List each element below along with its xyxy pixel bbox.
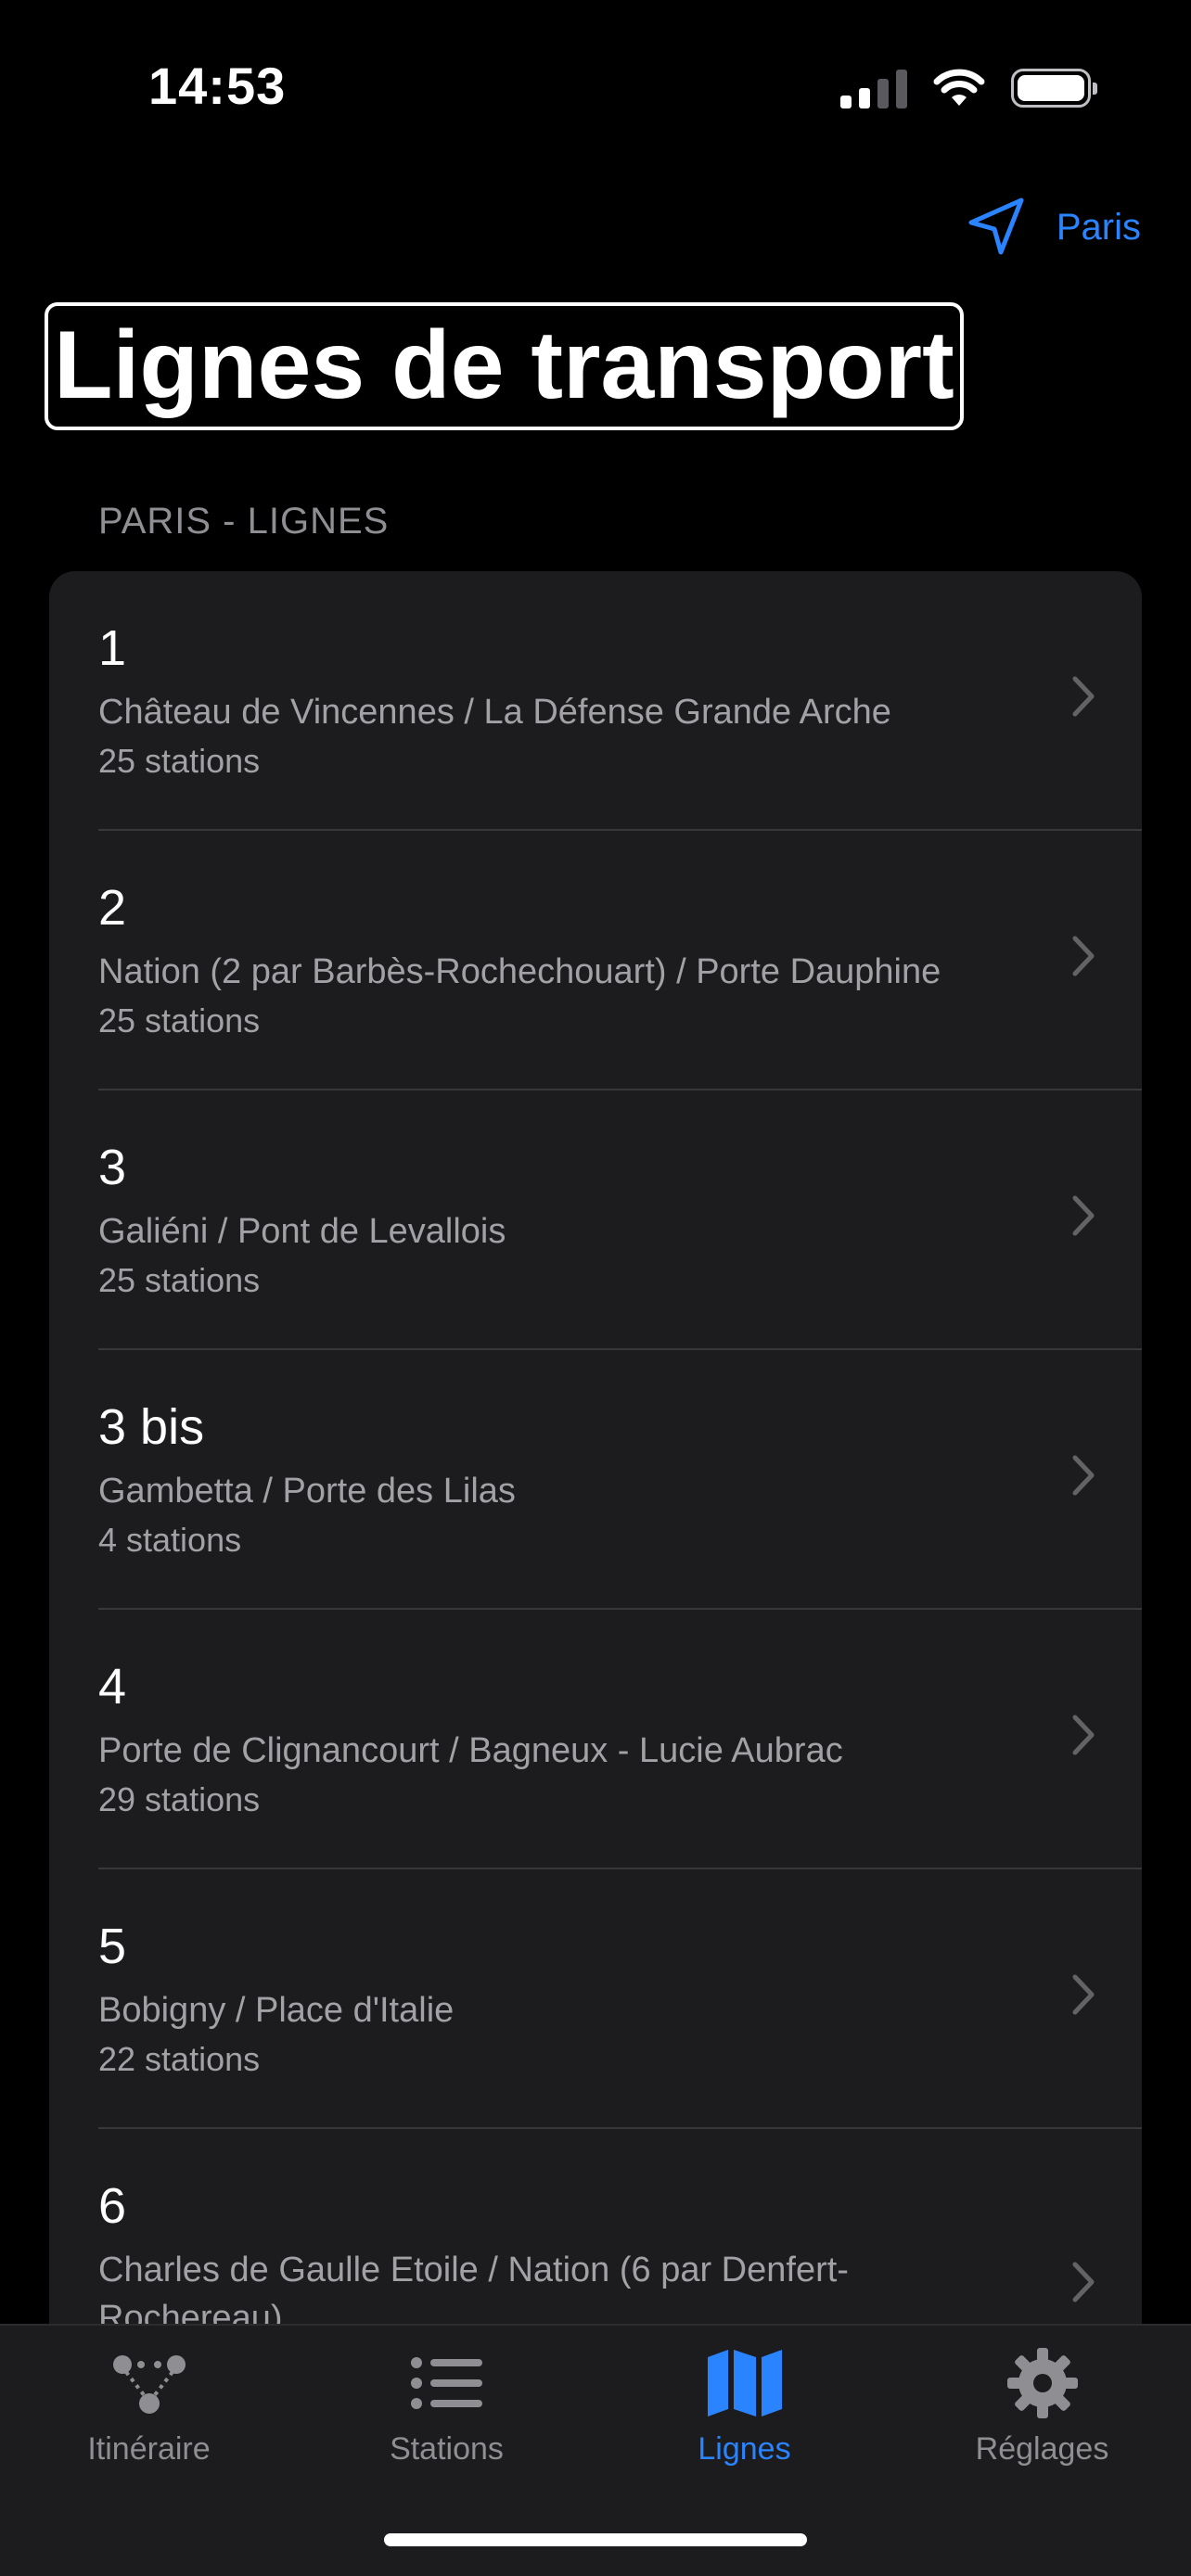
line-number: 5 (98, 1919, 127, 1974)
status-time: 14:53 (148, 57, 287, 115)
list-item[interactable]: 2 Nation (2 par Barbès-Rochechouart) / P… (49, 831, 1142, 1090)
wifi-icon (933, 69, 985, 106)
status-bar: 14:53 (0, 0, 1191, 176)
line-number: 2 (98, 880, 127, 936)
location-button[interactable]: Paris (964, 195, 1141, 260)
line-station-count: 25 stations (98, 742, 261, 780)
tab-label: Stations (390, 2431, 504, 2467)
list-item[interactable]: 4 Porte de Clignancourt / Bagneux - Luci… (49, 1610, 1142, 1869)
chevron-right-icon (1072, 1715, 1095, 1755)
line-station-count: 4 stations (98, 1521, 242, 1559)
cellular-signal-icon (840, 68, 907, 108)
line-route: Bobigny / Place d'Italie (98, 1991, 455, 2030)
line-number: 3 bis (98, 1399, 205, 1455)
line-route: Nation (2 par Barbès-Rochechouart) / Por… (98, 952, 941, 991)
tab-itineraire[interactable]: Itinéraire (0, 2346, 298, 2494)
section-header: PARIS - LIGNES (98, 501, 390, 542)
tab-reglages[interactable]: Réglages (893, 2346, 1191, 2494)
tab-label: Lignes (698, 2431, 791, 2467)
line-route: Galiéni / Pont de Levallois (98, 1212, 506, 1251)
list-icon (405, 2346, 489, 2420)
tab-label: Itinéraire (87, 2431, 211, 2467)
chevron-right-icon (1072, 1455, 1095, 1496)
list-item[interactable]: 5 Bobigny / Place d'Italie 22 stations (49, 1869, 1142, 2129)
tab-stations[interactable]: Stations (298, 2346, 596, 2494)
gear-icon (1001, 2346, 1084, 2420)
map-icon (703, 2346, 787, 2420)
chevron-right-icon (1072, 2262, 1095, 2302)
line-route: Charles de Gaulle Etoile / Nation (6 par… (98, 2251, 849, 2324)
chevron-right-icon (1072, 676, 1095, 717)
list-item[interactable]: 1 Château de Vincennes / La Défense Gran… (49, 571, 1142, 831)
location-label: Paris (1056, 206, 1141, 248)
home-indicator[interactable] (384, 2533, 807, 2546)
line-station-count: 29 stations (98, 1780, 261, 1818)
route-nodes-icon (108, 2346, 191, 2420)
line-number: 1 (98, 620, 127, 676)
line-station-count: 25 stations (98, 1001, 261, 1039)
location-arrow-icon (968, 198, 1024, 255)
line-route: Gambetta / Porte des Lilas (98, 1472, 516, 1511)
line-route: Porte de Clignancourt / Bagneux - Lucie … (98, 1731, 843, 1770)
lines-list: 1 Château de Vincennes / La Défense Gran… (49, 571, 1142, 2324)
status-icons (840, 65, 1097, 111)
line-station-count: 22 stations (98, 2040, 261, 2078)
list-item[interactable]: 3 bis Gambetta / Porte des Lilas 4 stati… (49, 1350, 1142, 1610)
line-number: 6 (98, 2178, 127, 2234)
line-station-count: 25 stations (98, 1261, 261, 1299)
list-item[interactable]: 6 Charles de Gaulle Etoile / Nation (6 p… (49, 2129, 1142, 2324)
tab-lignes[interactable]: Lignes (596, 2346, 893, 2494)
list-item[interactable]: 3 Galiéni / Pont de Levallois 25 station… (49, 1090, 1142, 1350)
line-number: 4 (98, 1659, 127, 1715)
tab-label: Réglages (975, 2431, 1109, 2467)
line-number: 3 (98, 1140, 127, 1195)
page-title: Lignes de transport (45, 302, 964, 430)
chevron-right-icon (1072, 1195, 1095, 1236)
chevron-right-icon (1072, 936, 1095, 976)
chevron-right-icon (1072, 1974, 1095, 2015)
battery-icon (1011, 69, 1097, 108)
line-route: Château de Vincennes / La Défense Grande… (98, 693, 891, 732)
